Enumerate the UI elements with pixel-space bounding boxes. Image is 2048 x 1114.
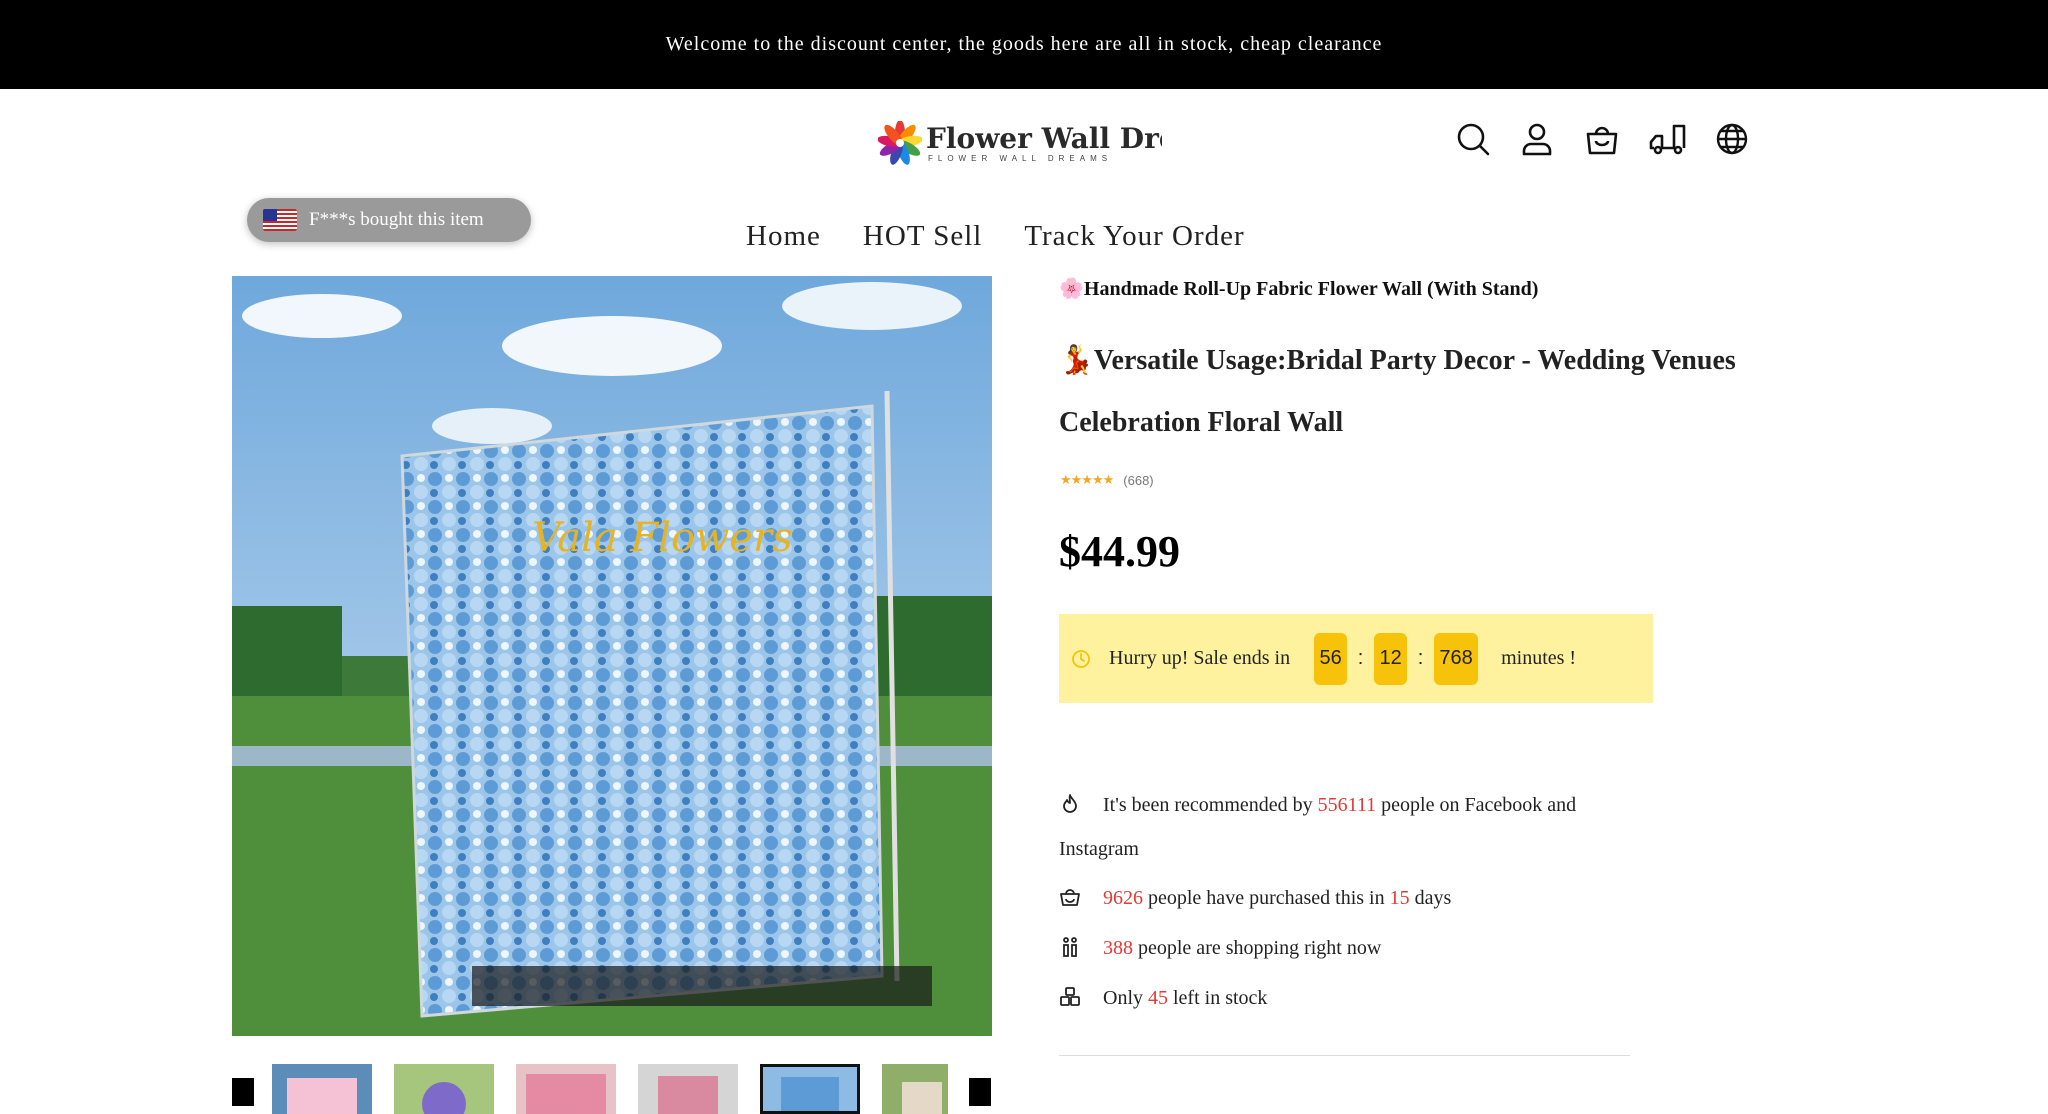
rating-stars: ★★★★★ — [1060, 472, 1114, 487]
countdown-sep-2: : — [1417, 647, 1424, 669]
countdown-hours: 56 — [1314, 632, 1348, 685]
sale-countdown-box: Hurry up! Sale ends in 56 : 12 : 768 min… — [1059, 614, 1653, 703]
stat-pur-mid: people have purchased this in — [1148, 887, 1385, 909]
stat-shop-num: 388 — [1103, 937, 1133, 959]
stat-shopping-now: 388 people are shopping right now — [1059, 926, 1619, 970]
product-main-image[interactable]: Vala Flowers — [232, 276, 992, 1036]
announcement-text: Welcome to the discount center, the good… — [665, 33, 1383, 55]
toast-text: F***s bought this item — [309, 209, 484, 230]
thumbnail-2[interactable] — [394, 1064, 494, 1114]
countdown-sep-1: : — [1357, 647, 1364, 669]
basket-icon — [1060, 889, 1080, 906]
clock-icon — [1072, 649, 1090, 668]
stat-rec-num: 556111 — [1317, 794, 1377, 816]
stat-pur-post: days — [1414, 887, 1452, 909]
product-title-line2: 💃Versatile Usage:Bridal Party Decor - We… — [1059, 345, 1736, 438]
boxes-icon — [1060, 987, 1080, 1006]
main-nav: Home HOT Sell Track Your Order — [746, 220, 1245, 253]
thumbnail-prev-arrow[interactable] — [232, 1078, 254, 1106]
countdown-ms: 768 — [1434, 632, 1479, 685]
thumbnail-strip — [272, 1064, 948, 1114]
stat-rec-pre: It's been recommended by — [1103, 794, 1313, 816]
thumbnail-1[interactable] — [272, 1064, 372, 1114]
nav-home[interactable]: Home — [746, 220, 821, 253]
stat-pur-num: 9626 — [1103, 887, 1143, 909]
section-divider — [1059, 1055, 1630, 1056]
stat-pur-days: 15 — [1389, 887, 1410, 909]
stat-stock-num: 45 — [1148, 987, 1168, 1009]
flame-icon — [1063, 794, 1077, 813]
brand-logo[interactable]: Flower Wall Dream FLOWER WALL DREAMS — [878, 118, 1162, 168]
us-flag-icon — [263, 209, 297, 231]
brand-name: Flower Wall Dream — [926, 121, 1162, 155]
product-title-line1: 🌸Handmade Roll-Up Fabric Flower Wall (Wi… — [1059, 278, 1539, 300]
stat-recommended: It's been recommended by 556111 people o… — [1059, 783, 1619, 871]
product-rating[interactable]: ★★★★★ (668) — [1060, 472, 1154, 488]
announcement-bar: Welcome to the discount center, the good… — [0, 0, 2048, 89]
sale-prefix: Hurry up! Sale ends in — [1109, 647, 1291, 669]
track-order-icon[interactable] — [1648, 120, 1686, 158]
thumbnail-next-arrow[interactable] — [969, 1078, 991, 1106]
thumbnail-6[interactable] — [882, 1064, 948, 1114]
nav-track-order[interactable]: Track Your Order — [1024, 220, 1244, 253]
countdown-minutes: 12 — [1374, 632, 1408, 685]
stat-stock-post: left in stock — [1173, 987, 1268, 1009]
nav-hot-sell[interactable]: HOT Sell — [863, 220, 982, 253]
product-watermark: Vala Flowers — [532, 515, 793, 561]
flower-logo-icon — [878, 121, 922, 165]
brand-tagline: FLOWER WALL DREAMS — [928, 153, 1113, 163]
thumbnail-3[interactable] — [516, 1064, 616, 1114]
rating-count: (668) — [1123, 472, 1154, 488]
sale-suffix: minutes ! — [1501, 647, 1577, 669]
stat-purchased: 9626 people have purchased this in 15 da… — [1059, 876, 1619, 920]
language-icon[interactable] — [1713, 120, 1751, 158]
stat-shop-post: people are shopping right now — [1138, 937, 1382, 959]
stat-stock-pre: Only — [1103, 987, 1143, 1009]
product-price: $44.99 — [1059, 527, 1180, 576]
thumbnail-4[interactable] — [638, 1064, 738, 1114]
purchase-notification-toast[interactable]: F***s bought this item — [247, 198, 531, 242]
stat-stock: Only 45 left in stock — [1059, 976, 1619, 1020]
thumbnail-5[interactable] — [760, 1064, 860, 1114]
people-icon — [1063, 937, 1077, 957]
search-icon[interactable] — [1454, 120, 1492, 158]
cart-icon[interactable] — [1583, 120, 1621, 158]
account-icon[interactable] — [1518, 120, 1556, 158]
